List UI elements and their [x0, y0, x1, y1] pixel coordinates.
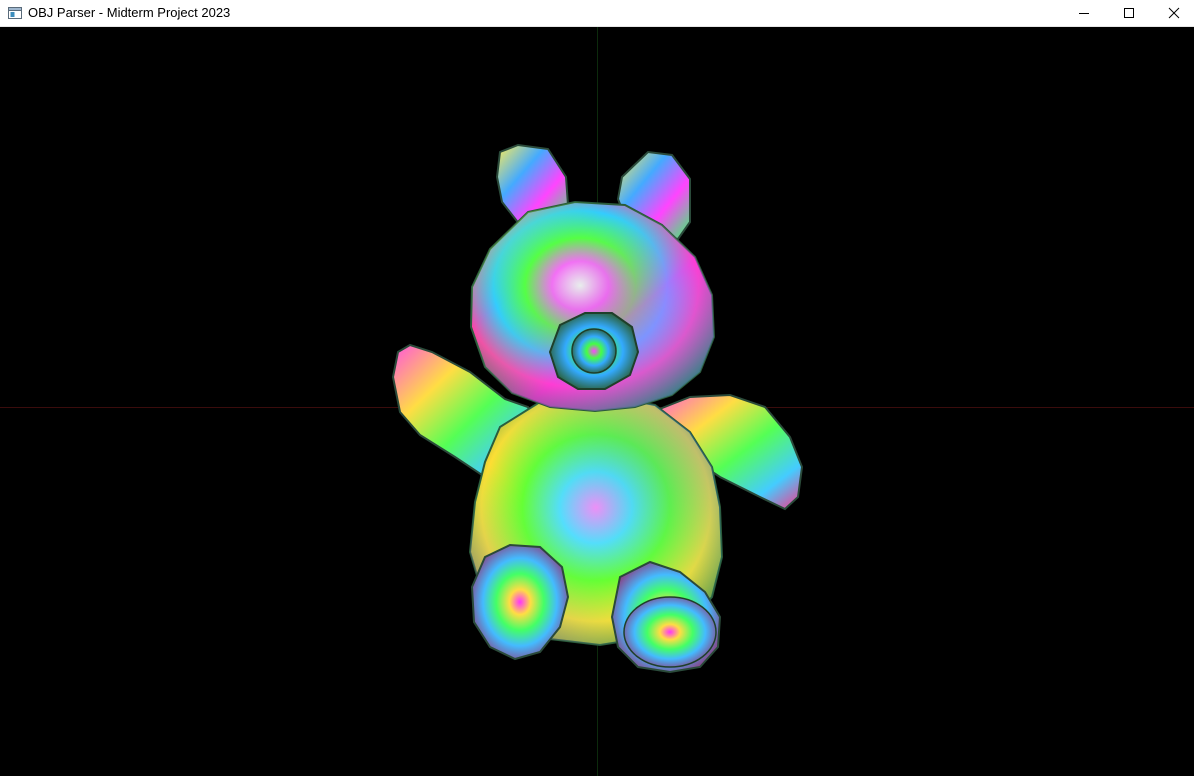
app-window: OBJ Parser - Midterm Project 2023: [0, 0, 1194, 776]
title-bar[interactable]: OBJ Parser - Midterm Project 2023: [0, 0, 1194, 27]
maximize-button[interactable]: [1106, 0, 1151, 26]
app-icon: [8, 7, 22, 19]
minimize-icon: [1078, 13, 1089, 14]
minimize-button[interactable]: [1061, 0, 1106, 26]
maximize-icon: [1123, 8, 1134, 18]
close-button[interactable]: [1151, 0, 1194, 26]
window-title: OBJ Parser - Midterm Project 2023: [28, 5, 231, 20]
close-icon: [1168, 7, 1179, 19]
teddy-bear-model: [391, 143, 804, 674]
render-viewport[interactable]: [0, 27, 1194, 776]
